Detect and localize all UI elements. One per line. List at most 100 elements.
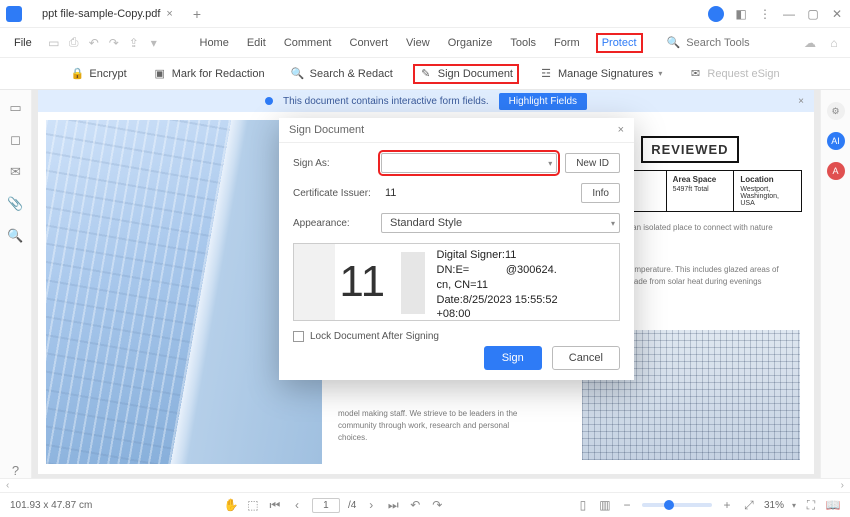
zoom-in-icon[interactable]: + bbox=[720, 498, 734, 512]
signature-details: Digital Signer:11 DN:E= @300624. cn, CN=… bbox=[431, 244, 620, 320]
appearance-select[interactable]: Standard Style ▾ bbox=[381, 213, 620, 233]
sign-as-label: Sign As: bbox=[293, 158, 373, 169]
settings-icon[interactable]: ⚙ bbox=[827, 102, 845, 120]
cloud-icon[interactable]: ☁ bbox=[802, 35, 818, 51]
sign-document-dialog: Sign Document × Sign As: ▾ New ID Certif… bbox=[279, 118, 634, 380]
tab-protect[interactable]: Protect bbox=[596, 33, 643, 53]
home-icon[interactable]: ⌂ bbox=[826, 35, 842, 51]
new-id-button[interactable]: New ID bbox=[565, 153, 620, 173]
read-mode-icon[interactable]: 📖 bbox=[826, 498, 840, 512]
app-logo bbox=[6, 6, 22, 22]
prev-page-icon[interactable]: ‹ bbox=[290, 498, 304, 512]
notification-icon[interactable]: ◧ bbox=[734, 7, 748, 21]
continuous-view-icon[interactable]: ▥ bbox=[598, 498, 612, 512]
infobar-close-icon[interactable]: × bbox=[798, 96, 804, 107]
search-panel-icon[interactable]: 🔍 bbox=[8, 228, 24, 244]
search-redact-icon: 🔍 bbox=[291, 67, 305, 81]
single-view-icon[interactable]: ▯ bbox=[576, 498, 590, 512]
tab-edit[interactable]: Edit bbox=[245, 33, 268, 53]
encrypt-button[interactable]: 🔒 Encrypt bbox=[64, 64, 132, 84]
bookmarks-icon[interactable]: ◻ bbox=[8, 132, 24, 148]
undo-icon[interactable]: ↶ bbox=[86, 35, 102, 51]
sign-icon: ✎ bbox=[419, 67, 433, 81]
menu-tabs: Home Edit Comment Convert View Organize … bbox=[198, 33, 643, 53]
sign-document-button[interactable]: ✎ Sign Document bbox=[413, 64, 519, 84]
tab-tools[interactable]: Tools bbox=[508, 33, 538, 53]
user-avatar-icon[interactable] bbox=[708, 6, 724, 22]
rotate-right-icon[interactable]: ↷ bbox=[430, 498, 444, 512]
fit-width-icon[interactable]: ⤢ bbox=[742, 498, 756, 512]
zoom-slider[interactable] bbox=[642, 503, 712, 507]
tab-view[interactable]: View bbox=[404, 33, 432, 53]
chevron-down-icon: ▾ bbox=[658, 69, 662, 78]
new-tab-button[interactable]: + bbox=[193, 6, 201, 22]
tab-name: ppt file-sample-Copy.pdf bbox=[42, 8, 160, 20]
scroll-left-icon[interactable]: ‹ bbox=[6, 480, 9, 491]
titlebar: ppt file-sample-Copy.pdf × + ◧ ⋮ — ▢ ✕ bbox=[0, 0, 850, 28]
close-window-icon[interactable]: ✕ bbox=[830, 7, 844, 21]
first-page-icon[interactable]: ⏮ bbox=[268, 498, 282, 512]
view-controls: ▯ ▥ − + ⤢ 31% ▾ ⛶ 📖 bbox=[576, 498, 840, 512]
close-tab-icon[interactable]: × bbox=[166, 8, 172, 20]
tab-comment[interactable]: Comment bbox=[282, 33, 334, 53]
share-icon[interactable]: ⇪ bbox=[126, 35, 142, 51]
left-sidebar: ▭ ◻ ✉ 📎 🔍 ? bbox=[0, 90, 32, 478]
dialog-title-bar: Sign Document × bbox=[279, 118, 634, 143]
sign-button[interactable]: Sign bbox=[484, 346, 542, 370]
attachments-icon[interactable]: 📎 bbox=[8, 196, 24, 212]
dialog-close-icon[interactable]: × bbox=[618, 124, 624, 136]
maximize-icon[interactable]: ▢ bbox=[806, 7, 820, 21]
save-icon[interactable]: ▭ bbox=[46, 35, 62, 51]
manage-signatures-button[interactable]: ☲ Manage Signatures ▾ bbox=[533, 64, 668, 84]
ai-tool-icon[interactable]: AI bbox=[827, 132, 845, 150]
scroll-right-icon[interactable]: › bbox=[841, 480, 844, 491]
search-redact-button[interactable]: 🔍 Search & Redact bbox=[285, 64, 399, 84]
menubar: File ▭ ⎙ ↶ ↷ ⇪ ▾ Home Edit Comment Conve… bbox=[0, 28, 850, 58]
help-icon[interactable]: ? bbox=[8, 462, 24, 478]
infobar-text: This document contains interactive form … bbox=[283, 96, 489, 107]
highlight-fields-button[interactable]: Highlight Fields bbox=[499, 93, 587, 110]
search-input[interactable] bbox=[686, 37, 766, 49]
chevron-down-icon: ▾ bbox=[548, 159, 552, 168]
form-fields-infobar: This document contains interactive form … bbox=[38, 90, 814, 112]
file-menu[interactable]: File bbox=[8, 33, 38, 53]
manage-icon: ☲ bbox=[539, 67, 553, 81]
overflow-menu-icon[interactable]: ⋮ bbox=[758, 7, 772, 21]
tab-convert[interactable]: Convert bbox=[348, 33, 391, 53]
cancel-button[interactable]: Cancel bbox=[552, 346, 620, 370]
select-tool-icon[interactable]: ⬚ bbox=[246, 498, 260, 512]
search-tools[interactable]: 🔍 bbox=[667, 36, 767, 49]
zoom-dropdown-icon[interactable]: ▾ bbox=[792, 501, 796, 510]
reviewed-stamp: REVIEWED bbox=[641, 136, 738, 163]
rotate-left-icon[interactable]: ↶ bbox=[408, 498, 422, 512]
right-sidebar: ⚙ AI A bbox=[820, 90, 850, 478]
hand-tool-icon[interactable]: ✋ bbox=[224, 498, 238, 512]
zoom-out-icon[interactable]: − bbox=[620, 498, 634, 512]
signature-number: 11 bbox=[294, 244, 431, 320]
document-tab[interactable]: ppt file-sample-Copy.pdf × bbox=[32, 5, 183, 23]
cert-issuer-label: Certificate Issuer: bbox=[293, 188, 373, 199]
request-esign-button[interactable]: ✉ Request eSign bbox=[682, 64, 785, 84]
horizontal-scrollbar[interactable]: ‹ › bbox=[0, 478, 850, 492]
dialog-title: Sign Document bbox=[289, 124, 364, 136]
mark-redaction-button[interactable]: ▣ Mark for Redaction bbox=[147, 64, 271, 84]
tab-form[interactable]: Form bbox=[552, 33, 582, 53]
dropdown-icon[interactable]: ▾ bbox=[146, 35, 162, 51]
translate-icon[interactable]: A bbox=[827, 162, 845, 180]
thumbnails-icon[interactable]: ▭ bbox=[8, 100, 24, 116]
tab-home[interactable]: Home bbox=[198, 33, 231, 53]
lock-after-signing-checkbox[interactable]: Lock Document After Signing bbox=[293, 331, 620, 342]
info-button[interactable]: Info bbox=[581, 183, 620, 203]
comments-icon[interactable]: ✉ bbox=[8, 164, 24, 180]
print-icon[interactable]: ⎙ bbox=[66, 35, 82, 51]
sign-as-select[interactable]: ▾ bbox=[381, 153, 557, 173]
fullscreen-icon[interactable]: ⛶ bbox=[804, 498, 818, 512]
tab-organize[interactable]: Organize bbox=[446, 33, 495, 53]
statusbar: 101.93 x 47.87 cm ✋ ⬚ ⏮ ‹ 1 /4 › ⏭ ↶ ↷ ▯… bbox=[0, 492, 850, 517]
next-page-icon[interactable]: › bbox=[364, 498, 378, 512]
last-page-icon[interactable]: ⏭ bbox=[386, 498, 400, 512]
minimize-icon[interactable]: — bbox=[782, 7, 796, 21]
page-total: /4 bbox=[348, 500, 356, 511]
redo-icon[interactable]: ↷ bbox=[106, 35, 122, 51]
page-number-input[interactable]: 1 bbox=[312, 498, 340, 513]
